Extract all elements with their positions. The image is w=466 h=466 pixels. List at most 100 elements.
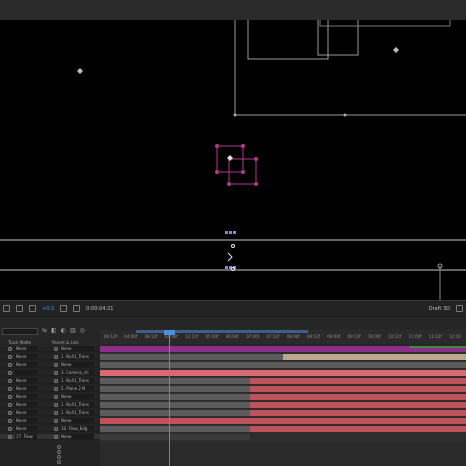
layer-duration-bar[interactable] (100, 370, 466, 376)
pick-whip-icon[interactable] (54, 371, 58, 375)
layer-duration-bar[interactable] (250, 378, 466, 384)
layer-duration-bar[interactable] (100, 402, 250, 408)
track-matte-select[interactable]: None (15, 378, 37, 383)
playhead-handle[interactable] (164, 330, 175, 335)
visibility-eye-icon[interactable] (8, 403, 12, 407)
layer-duration-bar[interactable] (100, 362, 466, 368)
switch-icon[interactable] (57, 460, 61, 464)
parent-select[interactable]: None (60, 362, 94, 367)
track-matte-select[interactable]: None (15, 418, 37, 423)
layer-duration-bar[interactable] (250, 426, 466, 432)
motion-blur-icon[interactable]: ◐ (61, 327, 66, 334)
visibility-eye-icon[interactable] (8, 355, 12, 359)
pick-whip-icon[interactable] (54, 395, 58, 399)
parent-select[interactable]: 10. Flow_Edg (60, 426, 94, 431)
parent-select[interactable]: 1. Null1_Trans (60, 354, 94, 359)
visibility-eye-icon[interactable] (8, 395, 12, 399)
show-channel-button[interactable] (70, 303, 83, 315)
parent-select[interactable]: None (60, 418, 94, 423)
visibility-eye-icon[interactable] (8, 371, 12, 375)
switch-icon[interactable] (57, 455, 61, 459)
layer-duration-bar[interactable] (100, 426, 250, 432)
track-matte-select[interactable]: 17. Flow (15, 434, 37, 439)
pick-whip-icon[interactable] (54, 411, 58, 415)
track-matte-select[interactable]: None (15, 410, 37, 415)
visibility-eye-icon[interactable] (8, 427, 12, 431)
region-of-interest-button[interactable] (0, 303, 13, 315)
layer-duration-bar[interactable] (250, 402, 466, 408)
layer-duration-bar[interactable] (283, 354, 466, 360)
pick-whip-icon[interactable] (54, 427, 58, 431)
mask-visibility-button[interactable] (26, 303, 39, 315)
layer-row[interactable]: None None (0, 362, 100, 368)
fast-preview-button[interactable] (453, 303, 466, 315)
visibility-eye-icon[interactable] (8, 347, 12, 351)
time-ruler[interactable]: 00:12f 04:00f 08:12f 04:00f 12:12f 05:00f 06:0… (100, 330, 466, 344)
pick-whip-icon[interactable] (54, 387, 58, 391)
layer-search-input[interactable] (2, 328, 38, 335)
pick-whip-icon[interactable] (54, 363, 58, 367)
pick-whip-icon[interactable] (54, 355, 58, 359)
track-matte-select[interactable]: None (15, 346, 37, 351)
parent-select[interactable]: 5. Plane 2 N (60, 386, 94, 391)
switch-icon[interactable] (57, 445, 61, 449)
layer-row[interactable]: 17. Flow None (0, 434, 100, 440)
visibility-eye-icon[interactable] (8, 363, 12, 367)
layer-row[interactable]: None 1. Null1_Trans (0, 354, 100, 360)
frame-blending-icon[interactable]: ◧ (51, 327, 57, 334)
layer-duration-bar[interactable] (100, 410, 250, 416)
layer-row[interactable]: None 1. Null1_Trans (0, 378, 100, 384)
layer-row[interactable]: None 5. Plane 2 N (0, 386, 100, 392)
parent-select[interactable]: None (60, 394, 94, 399)
layer-duration-bar[interactable] (410, 346, 466, 348)
layer-duration-bar[interactable] (250, 386, 466, 392)
track-matte-select[interactable]: None (15, 354, 37, 359)
track-matte-select[interactable]: None (15, 426, 37, 431)
pick-whip-icon[interactable] (54, 403, 58, 407)
layer-row[interactable]: None None (0, 346, 100, 352)
pick-whip-icon[interactable] (54, 379, 58, 383)
layer-duration-bar[interactable] (250, 394, 466, 400)
track-matte-select[interactable]: None (15, 394, 37, 399)
layer-row[interactable]: None None (0, 418, 100, 424)
snapshot-button[interactable] (57, 303, 70, 315)
visibility-eye-icon[interactable] (8, 387, 12, 391)
work-area-bar[interactable] (136, 330, 308, 333)
layer-duration-bar[interactable] (100, 418, 466, 424)
parent-select[interactable]: None (60, 434, 94, 439)
track-matte-select[interactable] (15, 370, 37, 375)
layer-row[interactable]: None None (0, 394, 100, 400)
layer-row[interactable]: None 10. Flow_Edg (0, 426, 100, 432)
exposure-value[interactable]: +0.0 (39, 303, 57, 315)
parent-select[interactable]: 1. Null1_Trans (60, 402, 94, 407)
visibility-eye-icon[interactable] (8, 435, 12, 439)
layer-row[interactable]: None 1. Null1_Trans (0, 410, 100, 416)
composition-viewer[interactable] (0, 20, 466, 300)
visibility-eye-icon[interactable] (8, 419, 12, 423)
layer-duration-bar[interactable] (100, 354, 283, 360)
grid-button[interactable] (13, 303, 26, 315)
parent-select[interactable]: 3. Camera_ch (60, 370, 94, 375)
parent-select[interactable]: None (60, 346, 94, 351)
layer-duration-bar[interactable] (100, 386, 250, 392)
visibility-eye-icon[interactable] (8, 379, 12, 383)
parent-select[interactable]: 1. Null1_Trans (60, 410, 94, 415)
pick-whip-icon[interactable] (54, 419, 58, 423)
visibility-eye-icon[interactable] (8, 411, 12, 415)
layer-duration-bar[interactable] (100, 378, 250, 384)
layer-row[interactable]: 3. Camera_ch (0, 370, 100, 376)
graph-editor-icon[interactable]: ▥ (70, 327, 76, 334)
track-matte-select[interactable]: None (15, 386, 37, 391)
layer-duration-bar[interactable] (100, 394, 250, 400)
switch-icon[interactable] (57, 450, 61, 454)
renderer-button[interactable]: Draft 3D (426, 303, 453, 315)
draft-3d-icon[interactable]: ◎ (80, 327, 85, 334)
pick-whip-icon[interactable] (54, 435, 58, 439)
parent-select[interactable]: 1. Null1_Trans (60, 378, 94, 383)
layer-row[interactable]: None 1. Null1_Trans (0, 402, 100, 408)
track-matte-select[interactable]: None (15, 362, 37, 367)
layer-duration-bar[interactable] (100, 434, 250, 440)
track-matte-select[interactable]: None (15, 402, 37, 407)
layer-duration-bar[interactable] (250, 410, 466, 416)
shy-layers-icon[interactable]: ⇆ (42, 327, 47, 334)
